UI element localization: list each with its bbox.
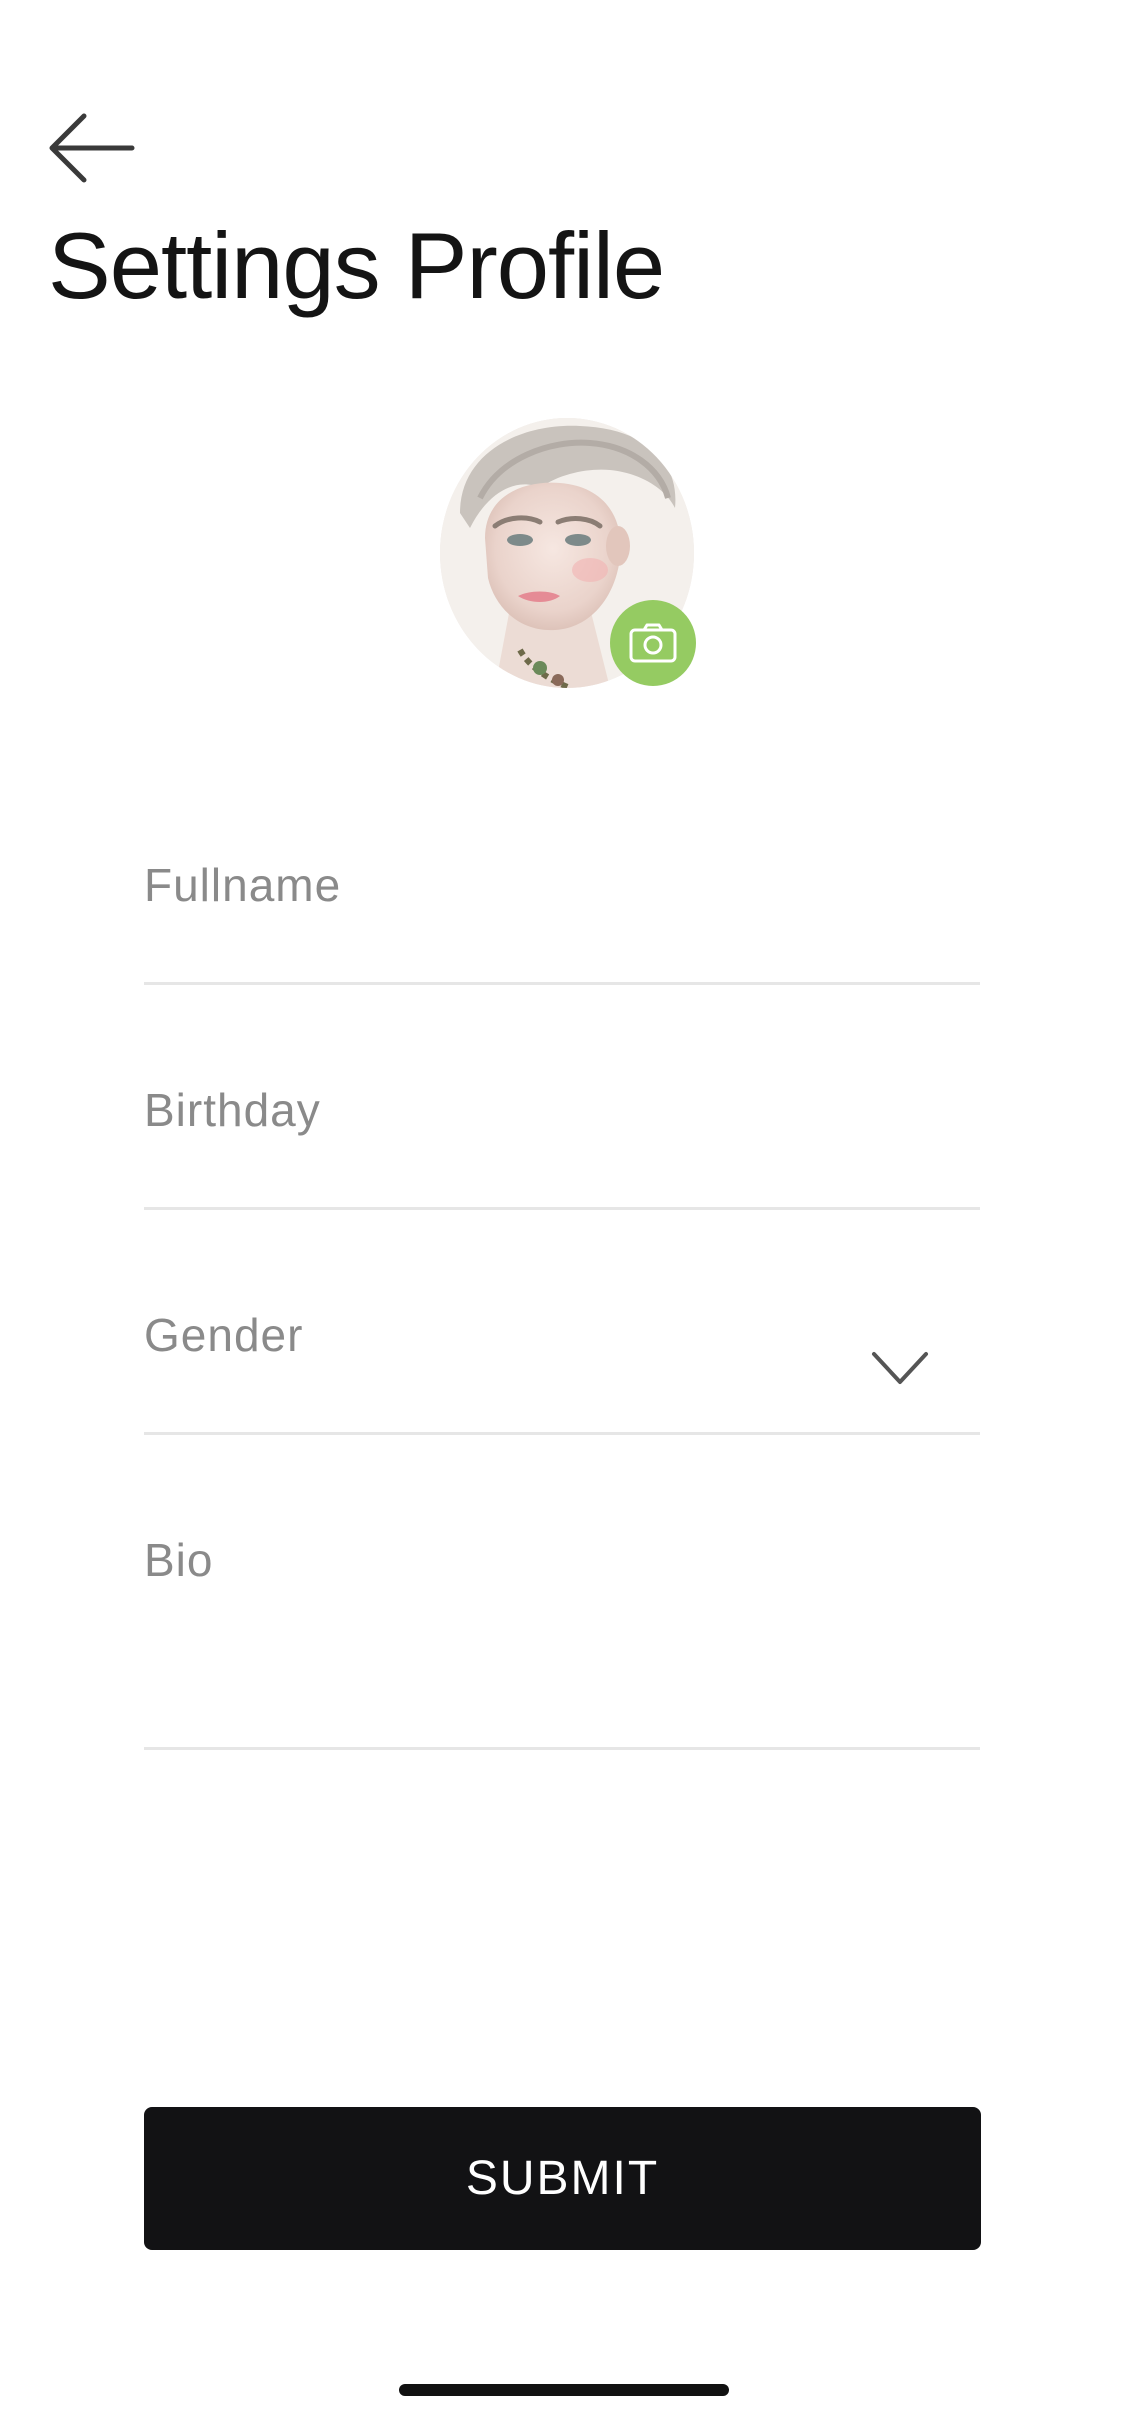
fullname-field[interactable]: Fullname: [144, 840, 980, 985]
submit-button[interactable]: SUBMIT: [144, 2107, 981, 2250]
page-title: Settings Profile: [48, 213, 665, 318]
bio-field[interactable]: Bio: [144, 1515, 980, 1750]
fullname-input[interactable]: [144, 930, 980, 970]
fullname-label: Fullname: [144, 859, 342, 911]
change-photo-button[interactable]: [610, 600, 696, 686]
back-button[interactable]: [44, 108, 140, 188]
gender-label: Gender: [144, 1309, 304, 1361]
gender-field[interactable]: Gender: [144, 1290, 980, 1435]
birthday-field[interactable]: Birthday: [144, 1065, 980, 1210]
birthday-input[interactable]: [144, 1155, 980, 1195]
home-indicator: [399, 2384, 729, 2396]
camera-icon: [629, 623, 677, 663]
bio-label: Bio: [144, 1534, 214, 1586]
chevron-down-icon: [872, 1352, 928, 1384]
gender-dropdown-button[interactable]: [870, 1348, 930, 1388]
bio-input[interactable]: [144, 1605, 980, 1735]
avatar-section: [430, 418, 700, 688]
arrow-left-icon: [49, 113, 135, 183]
birthday-label: Birthday: [144, 1084, 321, 1136]
